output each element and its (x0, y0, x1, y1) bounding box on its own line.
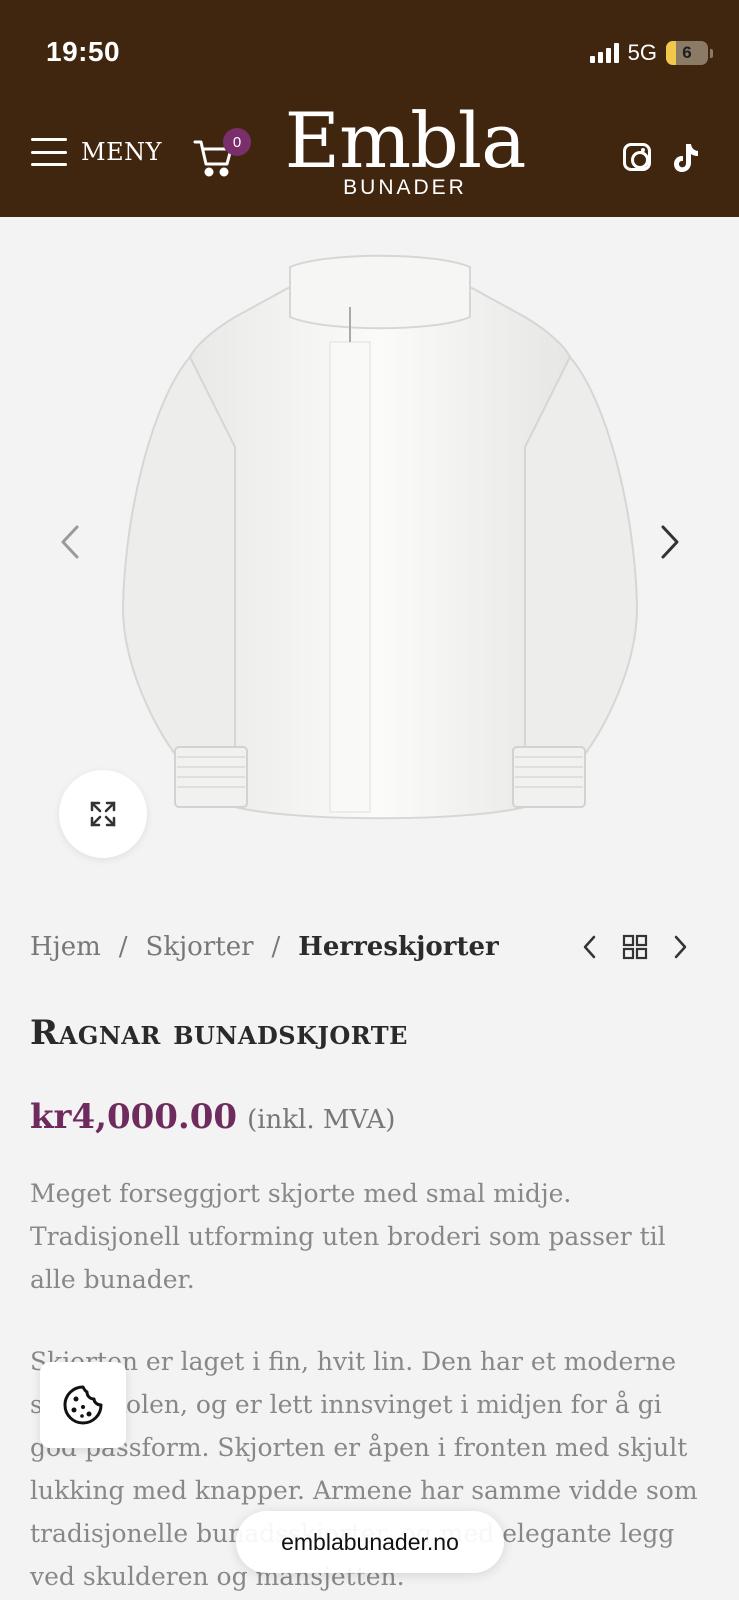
product-description-intro: Meget forseggjort skjorte med smal midje… (30, 1179, 666, 1294)
network-type: 5G (627, 40, 657, 65)
product-title: Ragnar bunadskjorte (30, 1013, 408, 1053)
breadcrumb-current: Herreskjorter (298, 932, 499, 962)
tiktok-icon[interactable] (672, 142, 700, 174)
url-text: emblabunader.no (281, 1528, 459, 1555)
grid-icon[interactable] (622, 934, 648, 964)
expand-image-button[interactable] (59, 770, 147, 858)
hamburger-icon (31, 138, 67, 166)
expand-icon (90, 801, 116, 827)
battery-level: 6 (682, 43, 692, 62)
price-tax-note: (inkl. MVA) (247, 1105, 396, 1135)
instagram-icon[interactable] (623, 143, 651, 171)
menu-button[interactable]: MENY (31, 138, 162, 166)
breadcrumb-shirts[interactable]: Skjorter (146, 932, 254, 962)
product-navigation (580, 932, 690, 966)
cookie-settings-button[interactable] (40, 1362, 126, 1448)
price-row: kr4,000.00 (inkl. MVA) (30, 1097, 395, 1137)
breadcrumb-separator: / (271, 932, 281, 962)
breadcrumb-separator: / (118, 932, 128, 962)
battery-cap (710, 48, 713, 58)
product-image (115, 247, 645, 851)
breadcrumb: Hjem / Skjorter / Herreskjorter (30, 932, 499, 962)
cookie-icon (63, 1385, 103, 1425)
status-time: 19:50 (46, 36, 121, 67)
cart-count-badge: 0 (223, 128, 251, 156)
product-price: kr4,000.00 (30, 1097, 238, 1137)
status-indicators: 5G 6 (589, 40, 713, 66)
previous-product-icon[interactable] (580, 932, 600, 966)
logo-wordmark: Embla (284, 96, 527, 185)
site-logo[interactable]: Embla BUNADER (275, 96, 535, 200)
menu-label: MENY (81, 138, 162, 166)
signal-icon (589, 43, 619, 63)
site-header: 19:50 5G 6 MENY 0 Embla BUNADER (0, 0, 739, 217)
browser-url-bar[interactable]: emblabunader.no (236, 1511, 504, 1573)
next-product-icon[interactable] (670, 932, 690, 966)
breadcrumb-home[interactable]: Hjem (30, 932, 101, 962)
chevron-right-icon[interactable] (655, 522, 685, 562)
battery-icon: 6 (666, 41, 708, 65)
chevron-left-icon[interactable] (55, 522, 85, 562)
product-gallery[interactable] (0, 217, 739, 890)
